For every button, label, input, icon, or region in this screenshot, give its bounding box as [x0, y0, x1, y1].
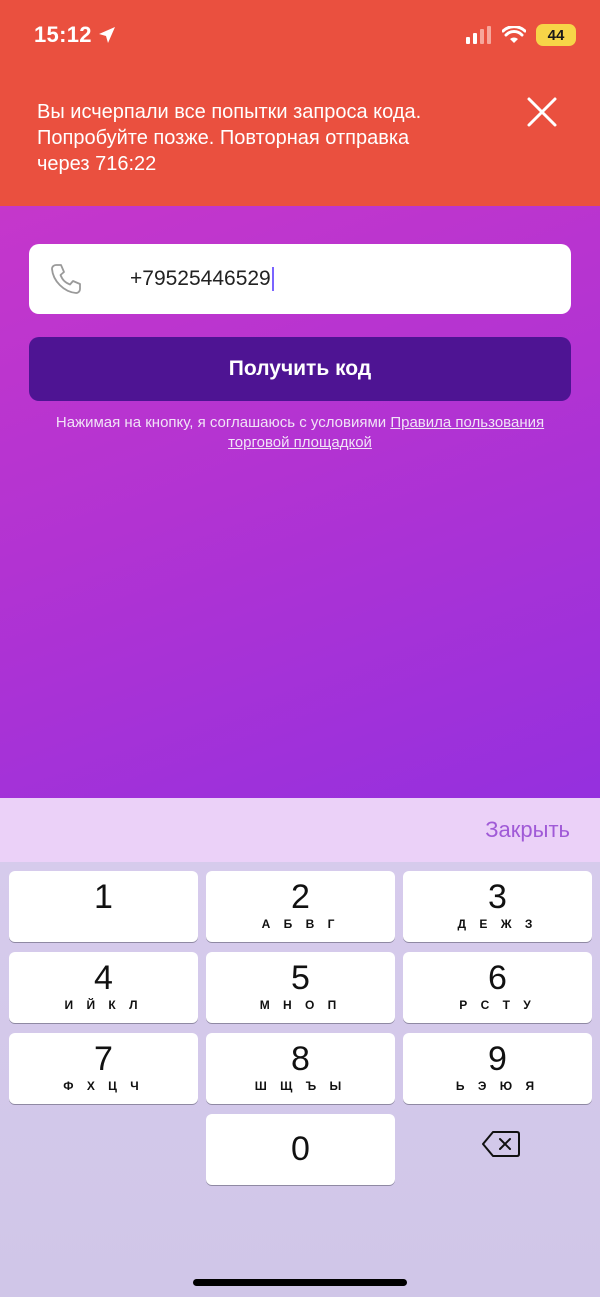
key-digit: 6: [488, 959, 507, 997]
key-7[interactable]: 7 Ф Х Ц Ч: [9, 1033, 198, 1104]
key-letters: Ф Х Ц Ч: [63, 1079, 144, 1093]
text-caret: [271, 267, 274, 292]
phone-input-value[interactable]: +79525446529: [130, 267, 274, 292]
key-letters: Ь Э Ю Я: [455, 1079, 540, 1093]
key-9[interactable]: 9 Ь Э Ю Я: [403, 1033, 592, 1104]
banner-message: Вы исчерпали все попытки запроса кода. П…: [37, 101, 422, 175]
battery-indicator: 44: [536, 24, 576, 46]
phone-number-text: +79525446529: [130, 267, 271, 290]
key-letters: И Й К Л: [64, 998, 143, 1012]
phone-icon: [51, 264, 81, 294]
key-3[interactable]: 3 Д Е Ж З: [403, 871, 592, 942]
key-2[interactable]: 2 А Б В Г: [206, 871, 395, 942]
home-indicator: [193, 1279, 407, 1286]
key-digit: 2: [291, 878, 310, 916]
wifi-icon: [502, 26, 526, 43]
key-digit: 0: [291, 1130, 310, 1168]
key-digit: 3: [488, 878, 507, 916]
keyboard-accessory-bar: Закрыть: [0, 798, 600, 862]
key-letters: Д Е Ж З: [457, 917, 538, 931]
backspace-icon[interactable]: [482, 1130, 520, 1158]
status-time-text: 15:12: [34, 22, 92, 47]
close-keyboard-button[interactable]: Закрыть: [485, 817, 570, 843]
terms-prefix: Нажимая на кнопку, я соглашаюсь с услови…: [55, 414, 391, 431]
key-letters: А Б В Г: [261, 917, 340, 931]
key-4[interactable]: 4 И Й К Л: [9, 952, 198, 1023]
key-letters: Ш Щ Ъ Ы: [254, 1079, 347, 1093]
key-8[interactable]: 8 Ш Щ Ъ Ы: [206, 1033, 395, 1104]
key-6[interactable]: 6 Р С Т У: [403, 952, 592, 1023]
key-digit: 9: [488, 1040, 507, 1078]
error-banner: 15:12 44 Вы исчерпали все попытки запрос…: [0, 0, 600, 206]
phone-input[interactable]: +79525446529: [29, 244, 571, 314]
close-icon[interactable]: [526, 96, 558, 128]
login-form: +79525446529 Получить код Нажимая на кно…: [0, 206, 600, 798]
key-digit: 7: [94, 1040, 113, 1078]
numeric-keypad: 1 2 А Б В Г 3 Д Е Ж З 4 И Й К Л 5 М Н О …: [0, 862, 600, 1297]
location-arrow-icon: [98, 27, 115, 43]
key-letters: Р С Т У: [459, 998, 536, 1012]
key-letters: М Н О П: [259, 998, 342, 1012]
key-1[interactable]: 1: [9, 871, 198, 942]
terms-text: Нажимая на кнопку, я соглашаюсь с услови…: [40, 413, 560, 453]
status-indicators: 44: [466, 24, 576, 46]
get-code-button[interactable]: Получить код: [29, 337, 571, 401]
key-digit: 1: [94, 878, 113, 916]
key-digit: 4: [94, 959, 113, 997]
status-time: 15:12: [34, 22, 116, 48]
key-digit: 8: [291, 1040, 310, 1078]
key-0[interactable]: 0: [206, 1114, 395, 1185]
signal-icon: [466, 26, 491, 44]
key-5[interactable]: 5 М Н О П: [206, 952, 395, 1023]
key-digit: 5: [291, 959, 310, 997]
